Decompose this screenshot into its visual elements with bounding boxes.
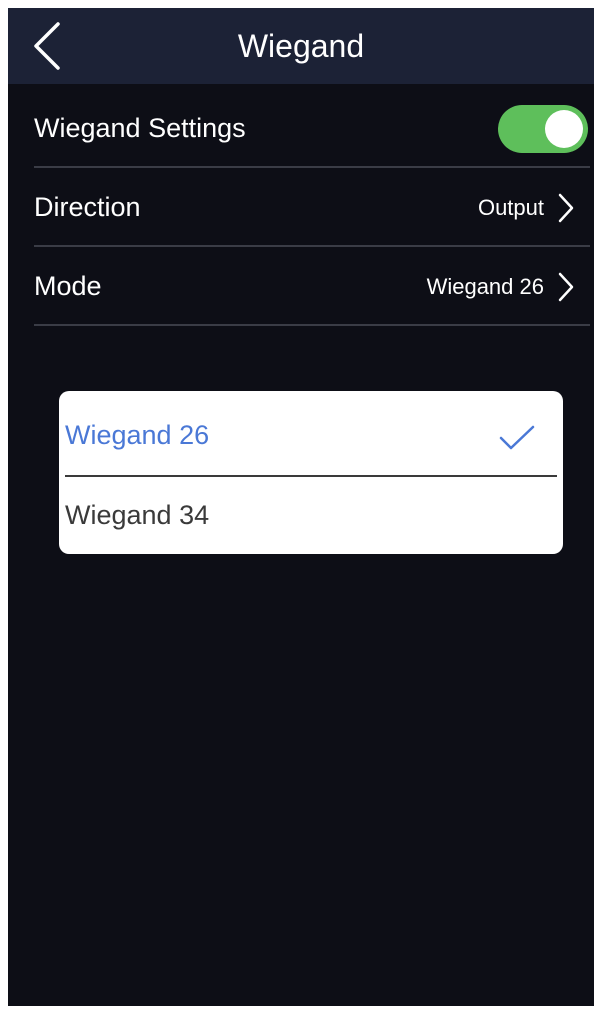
wiegand-settings-row: Wiegand Settings — [34, 89, 590, 168]
direction-label: Direction — [34, 192, 141, 222]
mode-dropdown: Wiegand 26 Wiegand 34 — [59, 391, 563, 554]
direction-row[interactable]: Direction Output — [34, 168, 590, 247]
wiegand-screen: Wiegand Wiegand Settings Direction Outpu… — [8, 8, 594, 1006]
mode-value: Wiegand 26 — [426, 274, 544, 299]
chevron-right-icon — [558, 272, 574, 302]
wiegand-settings-toggle[interactable] — [498, 105, 588, 153]
direction-value: Output — [477, 195, 544, 220]
checkmark-icon — [499, 425, 535, 450]
page-title: Wiegand — [237, 28, 365, 64]
option-label: Wiegand 26 — [65, 420, 210, 450]
wiegand-settings-label: Wiegand Settings — [34, 113, 246, 143]
toggle-knob — [545, 110, 583, 148]
option-label: Wiegand 34 — [65, 500, 210, 530]
option-wiegand-26[interactable]: Wiegand 26 — [65, 395, 557, 475]
mode-row[interactable]: Mode Wiegand 26 — [34, 247, 590, 326]
header-bar: Wiegand — [8, 8, 594, 84]
mode-label: Mode — [34, 271, 102, 301]
option-wiegand-34[interactable]: Wiegand 34 — [65, 475, 557, 554]
chevron-right-icon — [558, 193, 574, 223]
